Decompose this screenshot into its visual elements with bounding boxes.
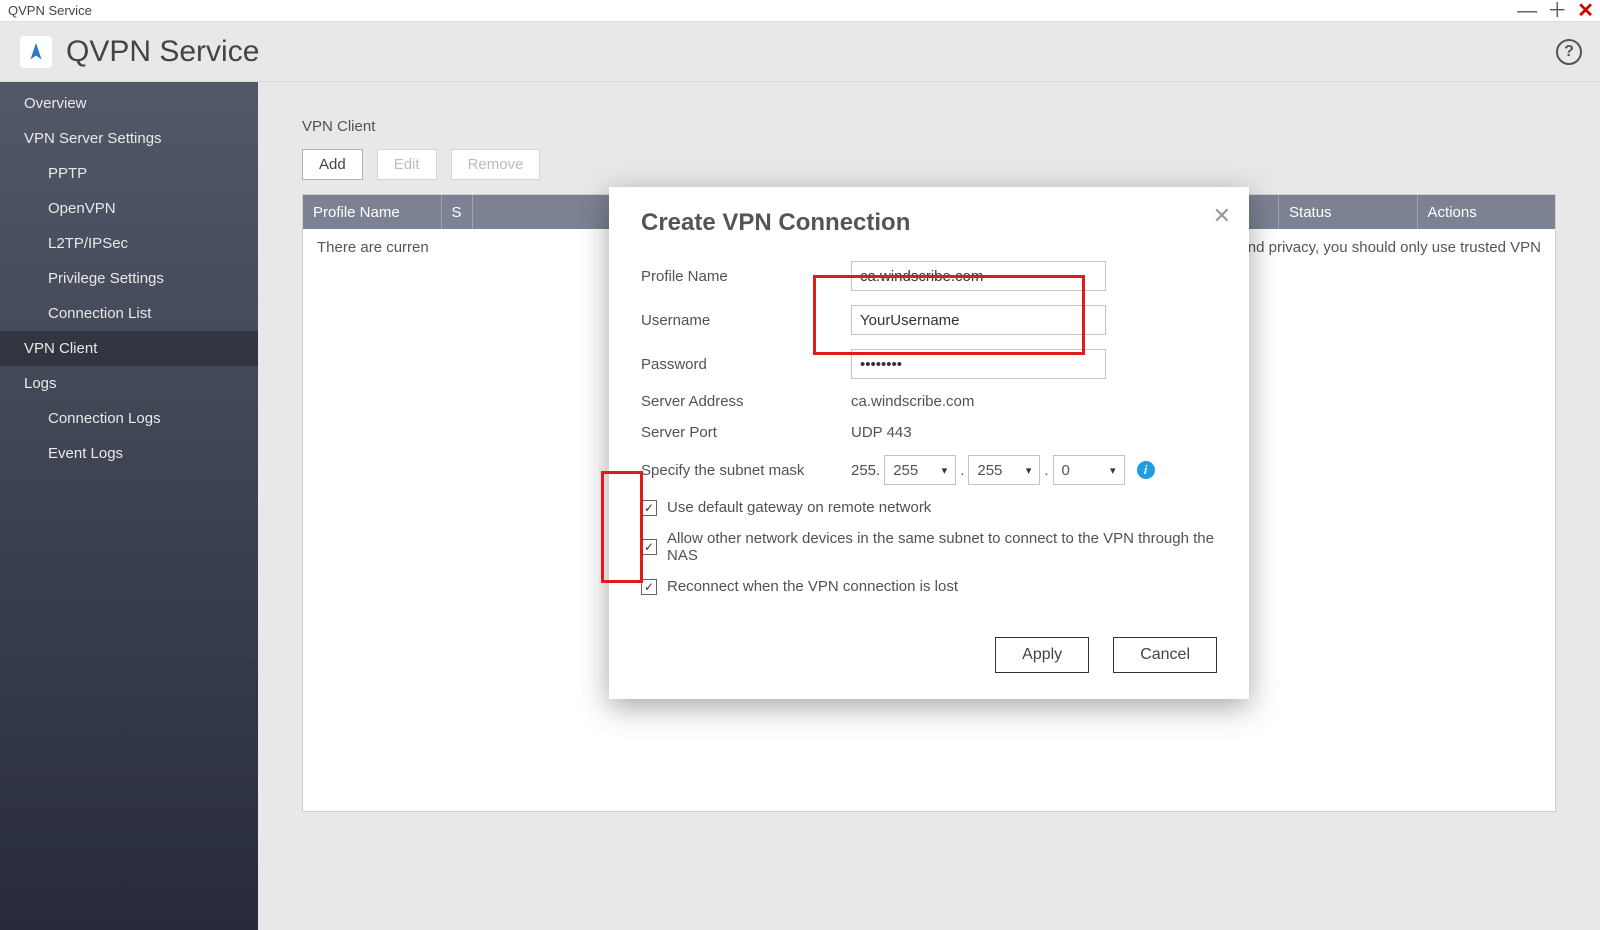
chevron-down-icon: ▾	[942, 464, 948, 477]
toolbar: Add Edit Remove	[302, 149, 1556, 180]
subnet-select-2[interactable]: 255▾	[968, 455, 1040, 485]
sidebar-item-overview[interactable]: Overview	[0, 86, 258, 121]
subnet-select-3[interactable]: 0▾	[1053, 455, 1125, 485]
chevron-down-icon: ▾	[1026, 464, 1032, 477]
dialog-close-icon[interactable]: ✕	[1213, 205, 1231, 227]
label-profile-name: Profile Name	[641, 268, 851, 285]
chevron-down-icon: ▾	[1110, 464, 1116, 477]
sidebar-item-vpn-client[interactable]: VPN Client	[0, 331, 258, 366]
subnet-select-1[interactable]: 255▾	[884, 455, 956, 485]
info-icon[interactable]: i	[1137, 461, 1155, 479]
app-title: QVPN Service	[66, 35, 259, 69]
edit-button[interactable]: Edit	[377, 149, 437, 180]
cancel-button[interactable]: Cancel	[1113, 637, 1217, 673]
app-header: QVPN Service ?	[0, 22, 1600, 82]
section-title: VPN Client	[302, 118, 1556, 135]
apply-button[interactable]: Apply	[995, 637, 1089, 673]
label-default-gateway: Use default gateway on remote network	[667, 499, 931, 516]
window-titlebar: QVPN Service — ＋ ✕	[0, 0, 1600, 22]
create-vpn-connection-dialog: Create VPN Connection ✕ Profile Name Use…	[609, 187, 1249, 699]
label-subnet: Specify the subnet mask	[641, 462, 851, 479]
sidebar-item-pptp[interactable]: PPTP	[0, 156, 258, 191]
sidebar: Overview VPN Server Settings PPTP OpenVP…	[0, 82, 258, 930]
dialog-title: Create VPN Connection	[641, 209, 1217, 237]
checkbox-allow-subnet[interactable]: ✓	[641, 539, 657, 555]
help-icon[interactable]: ?	[1556, 39, 1582, 65]
col-s[interactable]: S	[442, 195, 473, 229]
label-allow-subnet: Allow other network devices in the same …	[667, 530, 1217, 564]
app-icon	[20, 36, 52, 68]
username-input[interactable]	[851, 305, 1106, 335]
sidebar-item-logs[interactable]: Logs	[0, 366, 258, 401]
sidebar-item-l2tp-ipsec[interactable]: L2TP/IPSec	[0, 226, 258, 261]
password-input[interactable]	[851, 349, 1106, 379]
label-username: Username	[641, 312, 851, 329]
sidebar-item-vpn-server-settings[interactable]: VPN Server Settings	[0, 121, 258, 156]
profile-name-input[interactable]	[851, 261, 1106, 291]
label-password: Password	[641, 356, 851, 373]
window-close-icon[interactable]: ✕	[1577, 1, 1594, 21]
sidebar-item-connection-logs[interactable]: Connection Logs	[0, 401, 258, 436]
label-reconnect: Reconnect when the VPN connection is los…	[667, 578, 958, 595]
add-button[interactable]: Add	[302, 149, 363, 180]
sidebar-item-privilege-settings[interactable]: Privilege Settings	[0, 261, 258, 296]
window-title: QVPN Service	[8, 3, 92, 18]
remove-button[interactable]: Remove	[451, 149, 541, 180]
sidebar-item-openvpn[interactable]: OpenVPN	[0, 191, 258, 226]
col-profile-name[interactable]: Profile Name	[303, 195, 442, 229]
col-actions[interactable]: Actions	[1418, 195, 1556, 229]
label-server-address: Server Address	[641, 393, 851, 410]
window-minimize-icon[interactable]: —	[1517, 1, 1537, 21]
main-content: VPN Client Add Edit Remove Profile Name …	[258, 82, 1600, 930]
subnet-prefix: 255.	[851, 462, 880, 479]
sidebar-item-event-logs[interactable]: Event Logs	[0, 436, 258, 471]
window-maximize-icon[interactable]: ＋	[1547, 1, 1567, 21]
label-server-port: Server Port	[641, 424, 851, 441]
sidebar-item-connection-list[interactable]: Connection List	[0, 296, 258, 331]
col-status[interactable]: Status	[1279, 195, 1418, 229]
server-port-value: UDP 443	[851, 424, 1217, 441]
checkbox-default-gateway[interactable]: ✓	[641, 500, 657, 516]
checkbox-reconnect[interactable]: ✓	[641, 579, 657, 595]
server-address-value: ca.windscribe.com	[851, 393, 1217, 410]
